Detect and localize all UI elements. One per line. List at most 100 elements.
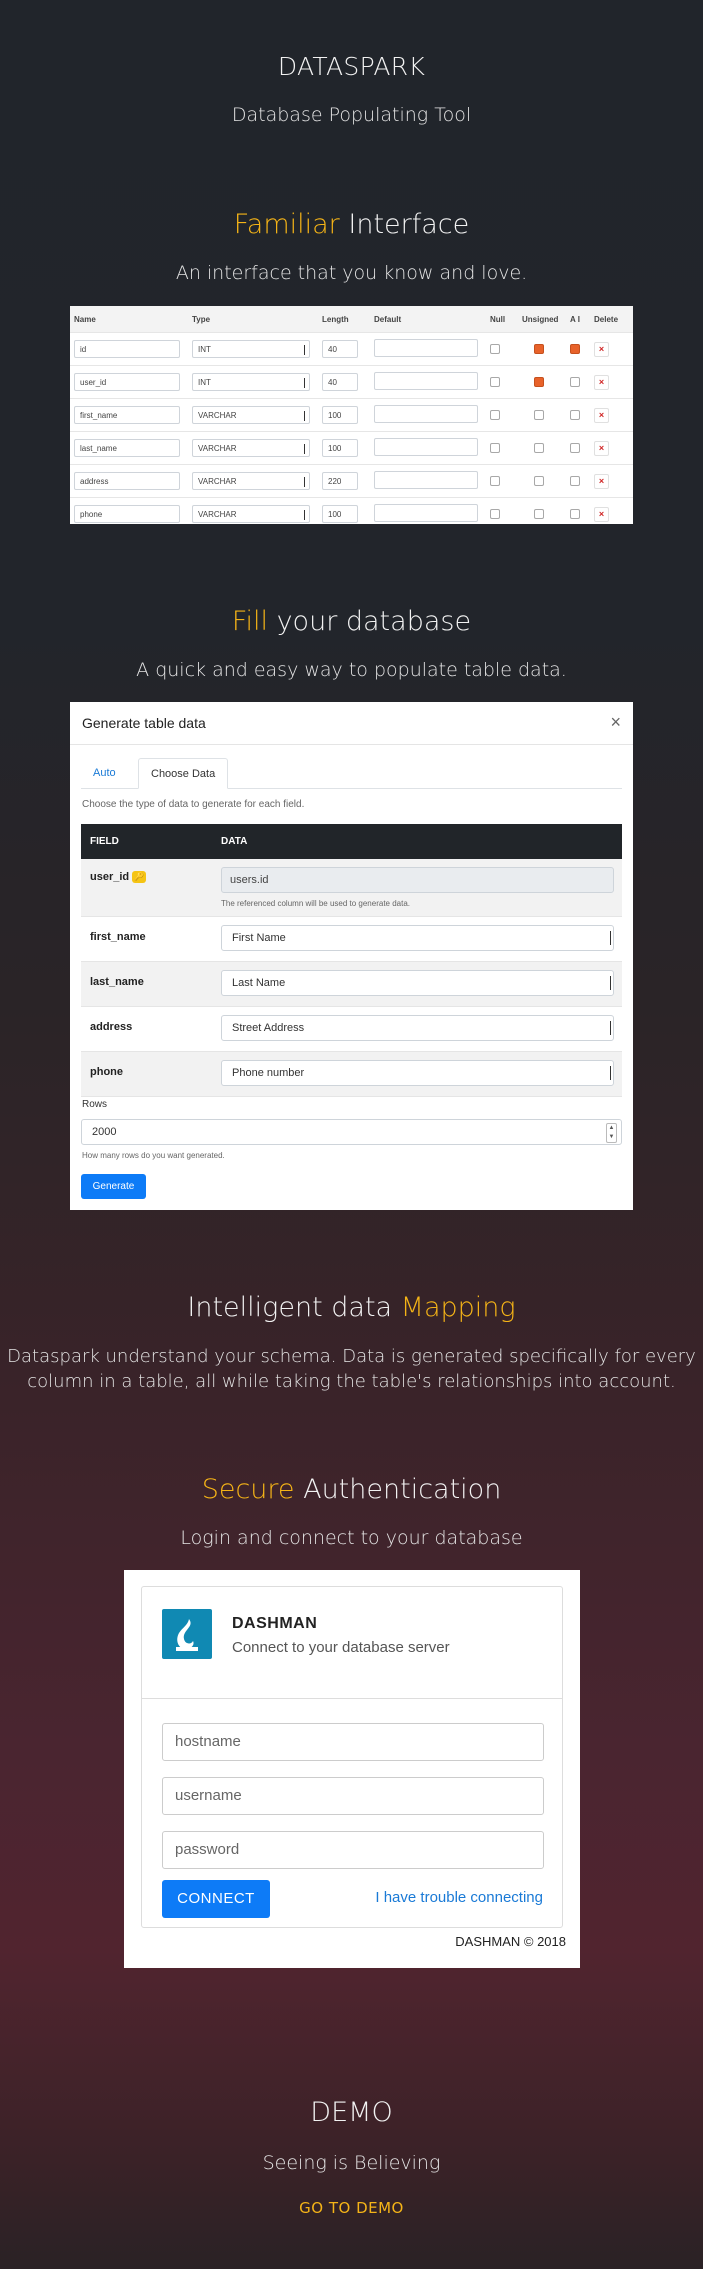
cell-delete: × (590, 431, 633, 465)
demo-subtitle: Seeing is Believing (262, 2152, 441, 2174)
null-checkbox[interactable] (490, 443, 500, 453)
rows-input-value: 2000 (92, 1126, 117, 1138)
cell-name: user_id (70, 365, 188, 399)
null-checkbox[interactable] (490, 476, 500, 486)
data-type-select[interactable]: Phone number (221, 1060, 614, 1086)
delete-icon[interactable]: × (594, 440, 609, 456)
table-row: user_id INT 40 × (70, 365, 633, 399)
null-checkbox[interactable] (490, 377, 500, 387)
schema-table-header-row: Name Type Length Default Null Unsigned A… (70, 306, 633, 333)
null-checkbox[interactable] (490, 509, 500, 519)
mapping-heading-plain: Intelligent data (187, 1292, 401, 1323)
auto-increment-checkbox[interactable] (570, 476, 580, 486)
cell-delete: × (590, 332, 633, 366)
interface-heading: Familiar Interface (0, 209, 703, 240)
table-row: phone VARCHAR 100 × (70, 497, 633, 530)
tab-auto[interactable]: Auto (81, 758, 128, 788)
column-name-input[interactable]: last_name (74, 439, 180, 457)
delete-icon[interactable]: × (594, 341, 609, 357)
go-to-demo-link[interactable]: GO TO DEMO (299, 2199, 404, 2217)
column-type-select[interactable]: INT (192, 373, 310, 391)
number-spinner-icon[interactable]: ▲ ▼ (606, 1123, 617, 1143)
column-name-input[interactable]: first_name (74, 406, 180, 424)
data-type-select[interactable]: Last Name (221, 970, 614, 996)
auto-increment-checkbox[interactable] (570, 410, 580, 420)
null-checkbox[interactable] (490, 410, 500, 420)
login-brand: DASHMAN (232, 1615, 318, 1632)
null-checkbox[interactable] (490, 344, 500, 354)
auto-increment-checkbox[interactable] (570, 344, 580, 354)
column-length-input[interactable]: 100 (322, 439, 358, 457)
cell-type: INT (188, 365, 318, 399)
fill-description: A quick and easy way to populate table d… (136, 659, 567, 681)
column-length-input[interactable]: 100 (322, 505, 358, 523)
cell-default (370, 365, 486, 399)
column-length-value: 100 (328, 510, 342, 519)
hostname-input[interactable]: hostname (162, 1723, 544, 1761)
cell-default (370, 464, 486, 498)
unsigned-checkbox[interactable] (534, 509, 544, 519)
column-type-select[interactable]: VARCHAR (192, 439, 310, 457)
demo-link-wrap: GO TO DEMO (0, 2198, 703, 2217)
column-length-input[interactable]: 100 (322, 406, 358, 424)
cell-name: last_name (70, 431, 188, 465)
column-default-input[interactable] (374, 339, 478, 357)
col-header-type: Type (188, 306, 318, 333)
delete-icon[interactable]: × (594, 374, 609, 390)
column-length-input[interactable]: 220 (322, 472, 358, 490)
cell-null (486, 398, 518, 432)
table-row: address Street Address (81, 1007, 622, 1052)
cell-default (370, 398, 486, 432)
auth-description: Login and connect to your database (180, 1527, 523, 1549)
auto-increment-checkbox[interactable] (570, 377, 580, 387)
column-length-input[interactable]: 40 (322, 373, 358, 391)
column-default-input[interactable] (374, 504, 478, 522)
column-name-input[interactable]: user_id (74, 373, 180, 391)
column-default-input[interactable] (374, 405, 478, 423)
unsigned-checkbox[interactable] (534, 476, 544, 486)
column-type-select[interactable]: INT (192, 340, 310, 358)
auth-heading-accent: Secure (201, 1474, 295, 1505)
password-input[interactable]: password (162, 1831, 544, 1869)
table-row: phone Phone number (81, 1052, 622, 1097)
unsigned-checkbox[interactable] (534, 443, 544, 453)
cell-ai (566, 464, 590, 498)
cell-type: VARCHAR (188, 497, 318, 530)
cell-length: 40 (318, 365, 370, 399)
cell-name: id (70, 332, 188, 366)
auto-increment-checkbox[interactable] (570, 443, 580, 453)
unsigned-checkbox[interactable] (534, 410, 544, 420)
data-type-select[interactable]: Street Address (221, 1015, 614, 1041)
rows-input[interactable]: 2000 ▲ ▼ (81, 1119, 622, 1145)
username-input[interactable]: username (162, 1777, 544, 1815)
tab-choose-data[interactable]: Choose Data (138, 758, 229, 789)
col-header-length: Length (318, 306, 370, 333)
column-type-select[interactable]: VARCHAR (192, 406, 310, 424)
column-default-input[interactable] (374, 372, 478, 390)
auth-heading-rest: Authentication (294, 1474, 502, 1505)
delete-icon[interactable]: × (594, 473, 609, 489)
generate-button[interactable]: Generate (81, 1174, 146, 1199)
trouble-connecting-link[interactable]: I have trouble connecting (375, 1889, 543, 1906)
unsigned-checkbox[interactable] (534, 344, 544, 354)
data-type-select[interactable]: First Name (221, 925, 614, 951)
column-name-input[interactable]: phone (74, 505, 180, 523)
mapping-heading: Intelligent data Mapping (0, 1292, 703, 1323)
delete-icon[interactable]: × (594, 506, 609, 522)
cell-length: 100 (318, 398, 370, 432)
connect-button[interactable]: CONNECT (162, 1880, 270, 1918)
column-default-input[interactable] (374, 471, 478, 489)
delete-icon[interactable]: × (594, 407, 609, 423)
unsigned-checkbox[interactable] (534, 377, 544, 387)
close-icon[interactable]: × (610, 712, 621, 733)
table-row: last_name Last Name (81, 962, 622, 1007)
column-type-select[interactable]: VARCHAR (192, 472, 310, 490)
cell-length: 100 (318, 431, 370, 465)
column-name-input[interactable]: address (74, 472, 180, 490)
column-length-input[interactable]: 40 (322, 340, 358, 358)
mapping-description-line-2: column in a table, all while taking the … (27, 1371, 676, 1392)
auto-increment-checkbox[interactable] (570, 509, 580, 519)
column-default-input[interactable] (374, 438, 478, 456)
column-name-input[interactable]: id (74, 340, 180, 358)
column-type-select[interactable]: VARCHAR (192, 505, 310, 523)
